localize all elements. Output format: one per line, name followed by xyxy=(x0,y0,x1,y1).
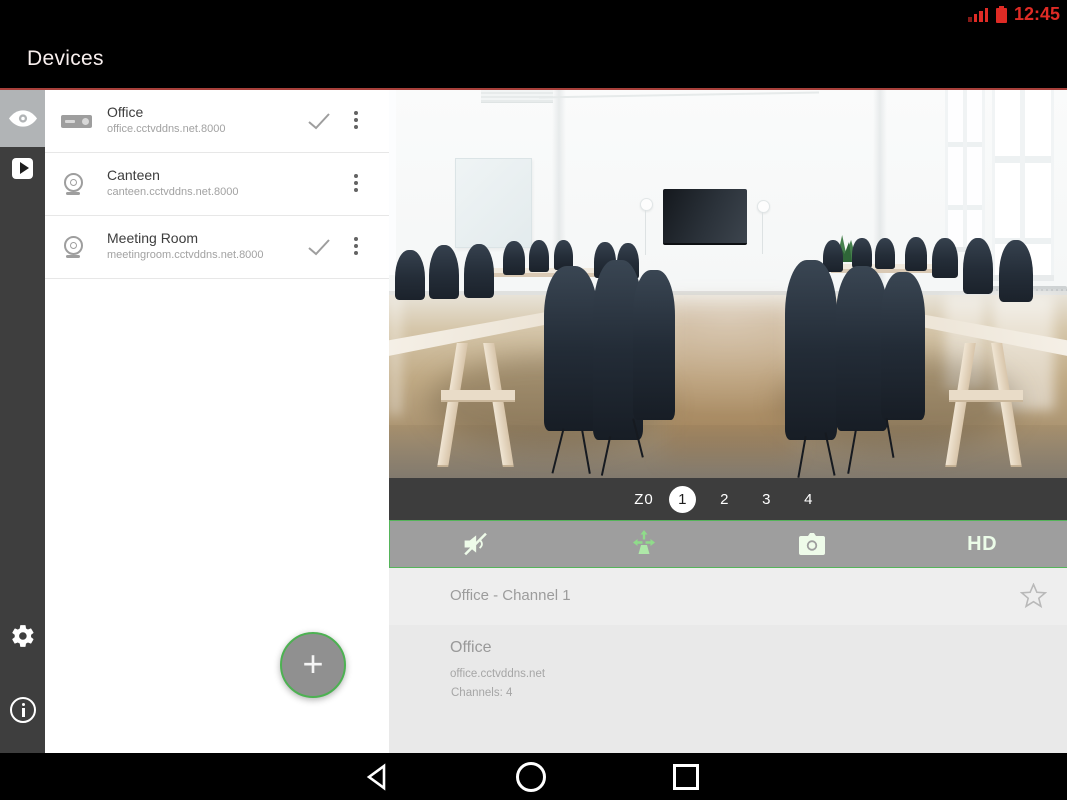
feed-chair xyxy=(395,250,425,300)
feed-tv-screen xyxy=(663,189,747,245)
zoom-level-label: Z0 xyxy=(634,491,654,508)
mute-button[interactable] xyxy=(460,531,490,557)
android-nav-bar xyxy=(0,753,1067,800)
ip-camera-icon xyxy=(64,236,83,255)
feed-chair xyxy=(875,238,895,269)
feed-chair xyxy=(963,238,993,294)
snapshot-button[interactable] xyxy=(797,532,827,557)
plus-icon: + xyxy=(302,646,323,682)
dvr-icon xyxy=(61,115,92,128)
feed-lamp-cord xyxy=(762,212,763,254)
signal-bars-icon xyxy=(968,8,988,22)
page-title: Devices xyxy=(27,30,104,88)
feed-whiteboard xyxy=(455,158,532,248)
sidebar-item-settings[interactable] xyxy=(0,608,45,664)
channel-selector-bar: Z0 1 2 3 4 xyxy=(389,478,1067,520)
eye-icon xyxy=(9,110,37,127)
device-name: Office xyxy=(107,104,143,120)
check-icon xyxy=(307,112,331,130)
device-name: Canteen xyxy=(107,167,160,183)
feed-chair xyxy=(544,266,598,431)
sidebar-item-about[interactable] xyxy=(0,682,45,738)
app-screen: 12:45 Devices Office office.cctvd xyxy=(0,0,1067,800)
channel-chip-3[interactable]: 3 xyxy=(753,486,780,513)
info-icon xyxy=(10,697,36,723)
channel-chip-2[interactable]: 2 xyxy=(711,486,738,513)
ptz-control-icon xyxy=(630,530,658,558)
feed-chair xyxy=(429,245,459,299)
device-row-office[interactable]: Office office.cctvddns.net.8000 xyxy=(45,90,389,153)
feed-chair xyxy=(852,238,872,268)
stream-title: Office - Channel 1 xyxy=(450,568,571,624)
feed-chair xyxy=(503,241,525,275)
status-time: 12:45 xyxy=(1014,4,1060,25)
feed-chair xyxy=(633,270,675,420)
device-info-address: office.cctvddns.net xyxy=(450,668,545,680)
device-menu-button[interactable] xyxy=(349,237,363,255)
feed-table-brace xyxy=(441,390,515,402)
status-bar: 12:45 xyxy=(0,0,1067,30)
feed-wall-lamp xyxy=(640,198,653,211)
app-bar: Devices xyxy=(0,30,1067,90)
speaker-muted-icon xyxy=(460,531,490,557)
device-row-meeting-room[interactable]: Meeting Room meetingroom.cctvddns.net.80… xyxy=(45,216,389,279)
device-menu-button[interactable] xyxy=(349,111,363,129)
feed-chair xyxy=(932,238,958,278)
device-address: meetingroom.cctvddns.net.8000 xyxy=(107,249,264,261)
device-info-name: Office xyxy=(450,639,492,657)
feed-wall-lamp xyxy=(757,200,770,213)
player-toolbar: HD xyxy=(389,520,1067,568)
feed-chair xyxy=(785,260,837,440)
feed-chair xyxy=(881,272,925,420)
sidebar-item-playback[interactable] xyxy=(0,140,45,196)
gear-icon xyxy=(10,623,36,649)
ptz-button[interactable] xyxy=(630,530,658,558)
feed-floor-shade xyxy=(389,425,1067,478)
feed-chair xyxy=(905,237,927,271)
feed-chair xyxy=(529,240,549,272)
quality-hd-button[interactable]: HD xyxy=(967,533,997,556)
sidebar xyxy=(0,90,45,753)
favorite-star-button[interactable] xyxy=(1020,583,1047,609)
check-icon xyxy=(307,238,331,256)
channel-chip-1[interactable]: 1 xyxy=(669,486,696,513)
player-panel: Z0 1 2 3 4 xyxy=(389,90,1067,753)
feed-chair xyxy=(999,240,1033,302)
home-icon[interactable] xyxy=(516,762,546,792)
device-menu-button[interactable] xyxy=(349,174,363,192)
battery-icon xyxy=(996,8,1007,23)
device-info-channels: Channels: 4 xyxy=(451,687,512,699)
camera-snapshot-icon xyxy=(797,532,827,557)
device-address: canteen.cctvddns.net.8000 xyxy=(107,186,238,198)
hd-label: HD xyxy=(967,533,997,556)
sidebar-item-live-view[interactable] xyxy=(0,90,45,147)
channel-chip-4[interactable]: 4 xyxy=(795,486,822,513)
feed-table-brace xyxy=(949,390,1023,402)
feed-window xyxy=(945,90,985,250)
camera-feed[interactable] xyxy=(389,90,1067,478)
feed-lamp-cord xyxy=(645,210,646,255)
recents-icon[interactable] xyxy=(673,764,699,790)
feed-window-left-edge xyxy=(389,90,396,275)
feed-chair xyxy=(464,244,494,298)
play-icon xyxy=(12,158,33,179)
device-info-panel: Office office.cctvddns.net Channels: 4 xyxy=(389,625,1067,753)
ip-camera-icon xyxy=(64,173,83,192)
device-row-canteen[interactable]: Canteen canteen.cctvddns.net.8000 xyxy=(45,153,389,216)
device-address: office.cctvddns.net.8000 xyxy=(107,123,225,135)
stream-title-row: Office - Channel 1 xyxy=(389,568,1067,626)
back-icon[interactable] xyxy=(360,761,394,793)
feed-ceiling-pipe xyxy=(539,92,819,99)
device-name: Meeting Room xyxy=(107,230,198,246)
add-device-button[interactable]: + xyxy=(280,632,346,698)
